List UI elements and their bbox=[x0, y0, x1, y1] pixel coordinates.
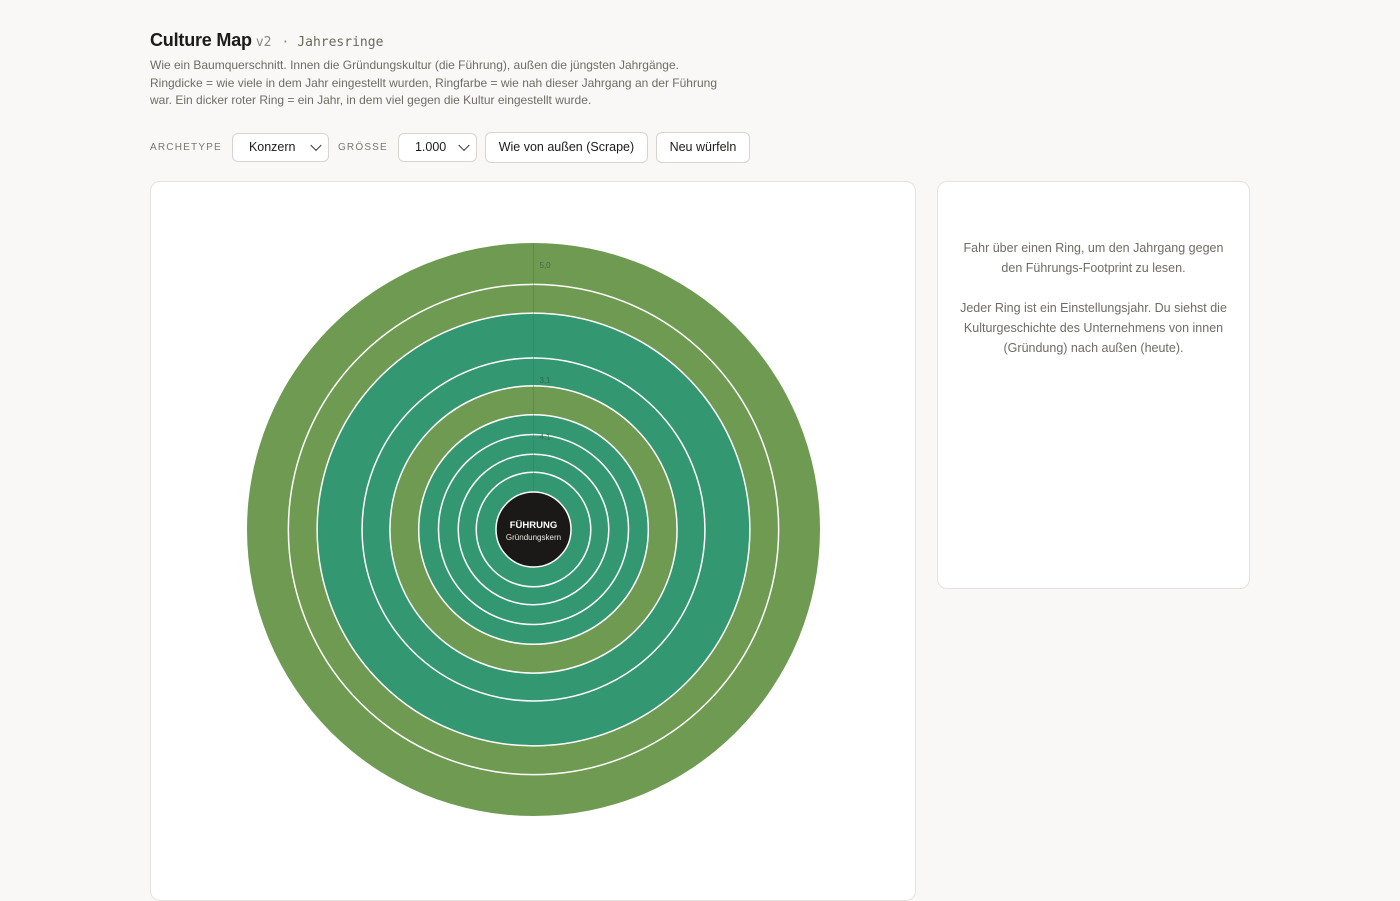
info-paragraph-hover: Fahr über einen Ring, um den Jahrgang ge… bbox=[963, 241, 1224, 275]
page-description: Wie ein Baumquerschnitt. Innen die Gründ… bbox=[150, 58, 717, 107]
toolbar: ARCHETYPE Konzern GRÖSSE 1.000 Wie von a… bbox=[150, 131, 750, 163]
size-label: GRÖSSE bbox=[337, 141, 388, 153]
core-sublabel: Gründungskern bbox=[506, 533, 561, 542]
app-version: v2 bbox=[255, 35, 272, 50]
app-subtitle: Jahresringe bbox=[297, 35, 384, 50]
ring-tick-label: 3,1 bbox=[540, 376, 552, 385]
chevron-down-icon bbox=[310, 139, 322, 152]
scrape-button[interactable]: Wie von außen (Scrape) bbox=[484, 131, 648, 163]
app-title: Culture Map bbox=[150, 30, 252, 50]
archetype-select[interactable]: Konzern bbox=[231, 132, 329, 162]
info-text: Fahr über einen Ring, um den Jahrgang ge… bbox=[958, 238, 1229, 358]
chevron-down-icon bbox=[458, 139, 470, 152]
title-row: Culture Map v2 · Jahresringe bbox=[150, 30, 383, 51]
ring-chart: 5,0 3,1 4,1 FÜHRUNG Gründungskern bbox=[247, 243, 820, 816]
ring-tick-label: 5,0 bbox=[540, 261, 552, 270]
info-panel: Fahr über einen Ring, um den Jahrgang ge… bbox=[937, 181, 1250, 589]
title-separator: · bbox=[281, 35, 290, 50]
ring-tick-label: 4,1 bbox=[540, 433, 552, 442]
size-select[interactable]: 1.000 bbox=[397, 132, 477, 162]
archetype-select-value: Konzern bbox=[248, 140, 296, 154]
info-paragraph-explanation: Jeder Ring ist ein Einstellungsjahr. Du … bbox=[960, 301, 1227, 355]
chart-card: 5,0 3,1 4,1 FÜHRUNG Gründungskern bbox=[150, 181, 916, 901]
archetype-label: ARCHETYPE bbox=[150, 141, 222, 153]
size-select-value: 1.000 bbox=[414, 140, 447, 154]
core-label: FÜHRUNG bbox=[510, 520, 558, 531]
reroll-button[interactable]: Neu würfeln bbox=[655, 131, 750, 163]
